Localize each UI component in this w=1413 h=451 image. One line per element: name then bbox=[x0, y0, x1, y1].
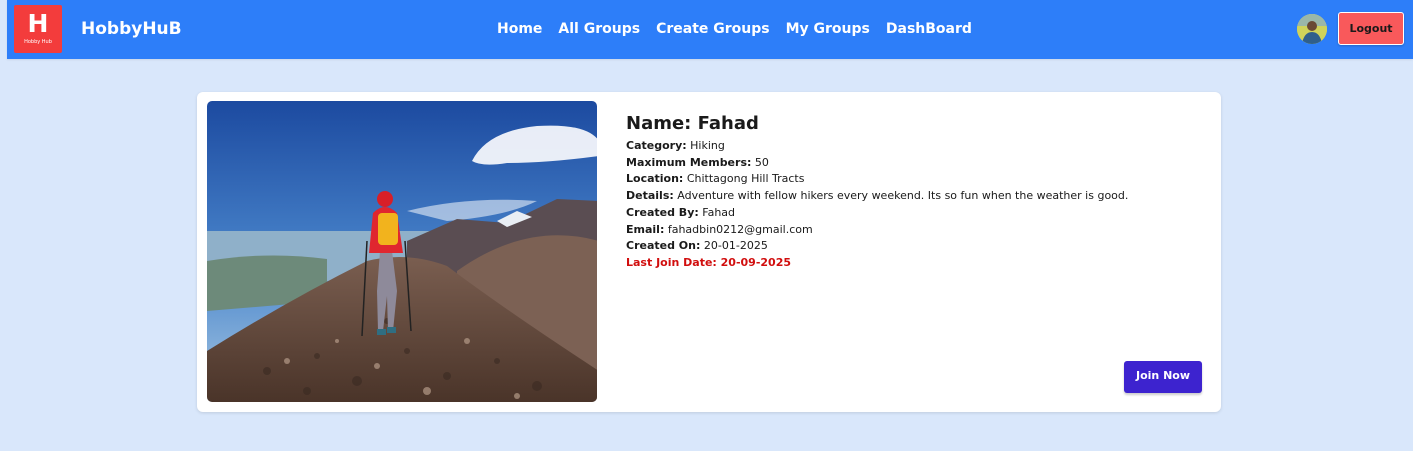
logo-letter: H bbox=[27, 9, 49, 38]
hiker-photo bbox=[207, 101, 597, 402]
logo-text: Hobby Hub bbox=[24, 39, 52, 45]
logo[interactable]: H Hobby Hub bbox=[14, 5, 62, 53]
nav-home[interactable]: Home bbox=[497, 18, 542, 40]
nav-my-groups[interactable]: My Groups bbox=[786, 18, 870, 40]
details-value: Adventure with fellow hikers every weeke… bbox=[677, 189, 1129, 203]
nav-links: Home All Groups Create Groups My Groups … bbox=[497, 18, 972, 40]
group-name: Fahad bbox=[697, 113, 759, 134]
max-members-label: Maximum Members: bbox=[626, 155, 752, 169]
hiker-on-mountain-image bbox=[207, 101, 597, 402]
created-on-label: Created On: bbox=[626, 239, 701, 253]
nav-create-groups[interactable]: Create Groups bbox=[656, 18, 770, 40]
email-label: Email: bbox=[626, 222, 665, 236]
created-by-label: Created By: bbox=[626, 205, 699, 219]
name-label: Name: bbox=[626, 113, 692, 134]
category-row: Category: Hiking bbox=[626, 138, 1206, 155]
created-by-value: Fahad bbox=[702, 205, 736, 219]
location-label: Location: bbox=[626, 172, 684, 186]
group-details: Name: Fahad Category: Hiking Maximum Mem… bbox=[626, 113, 1206, 272]
avatar-image bbox=[1297, 14, 1327, 44]
location-row: Location: Chittagong Hill Tracts bbox=[626, 171, 1206, 188]
logout-button[interactable]: Logout bbox=[1338, 12, 1404, 45]
join-now-button[interactable]: Join Now bbox=[1124, 361, 1202, 393]
group-name-heading: Name: Fahad bbox=[626, 113, 1206, 135]
max-members-value: 50 bbox=[754, 155, 769, 169]
category-value: Hiking bbox=[690, 139, 725, 152]
location-value: Chittagong Hill Tracts bbox=[686, 172, 805, 186]
details-label: Details: bbox=[626, 189, 674, 203]
created-on-value: 20-01-2025 bbox=[703, 239, 768, 253]
max-members-row: Maximum Members: 50 bbox=[626, 155, 1206, 172]
details-row: Details: Adventure with fellow hikers ev… bbox=[626, 188, 1206, 205]
created-by-row: Created By: Fahad bbox=[626, 205, 1206, 222]
email-value: fahadbin0212@gmail.com bbox=[667, 222, 813, 236]
nav-all-groups[interactable]: All Groups bbox=[558, 18, 640, 40]
created-on-row: Created On: 20-01-2025 bbox=[626, 238, 1206, 255]
email-row: Email: fahadbin0212@gmail.com bbox=[626, 222, 1206, 239]
navbar: H Hobby Hub HobbyHuB Home All Groups Cre… bbox=[7, 0, 1413, 59]
user-avatar[interactable] bbox=[1297, 14, 1327, 44]
brand-name[interactable]: HobbyHuB bbox=[81, 18, 182, 40]
last-join-date: Last Join Date: 20-09-2025 bbox=[626, 255, 792, 269]
category-label: Category: bbox=[626, 139, 687, 152]
group-card: Name: Fahad Category: Hiking Maximum Mem… bbox=[197, 92, 1221, 412]
nav-dashboard[interactable]: DashBoard bbox=[886, 18, 972, 40]
